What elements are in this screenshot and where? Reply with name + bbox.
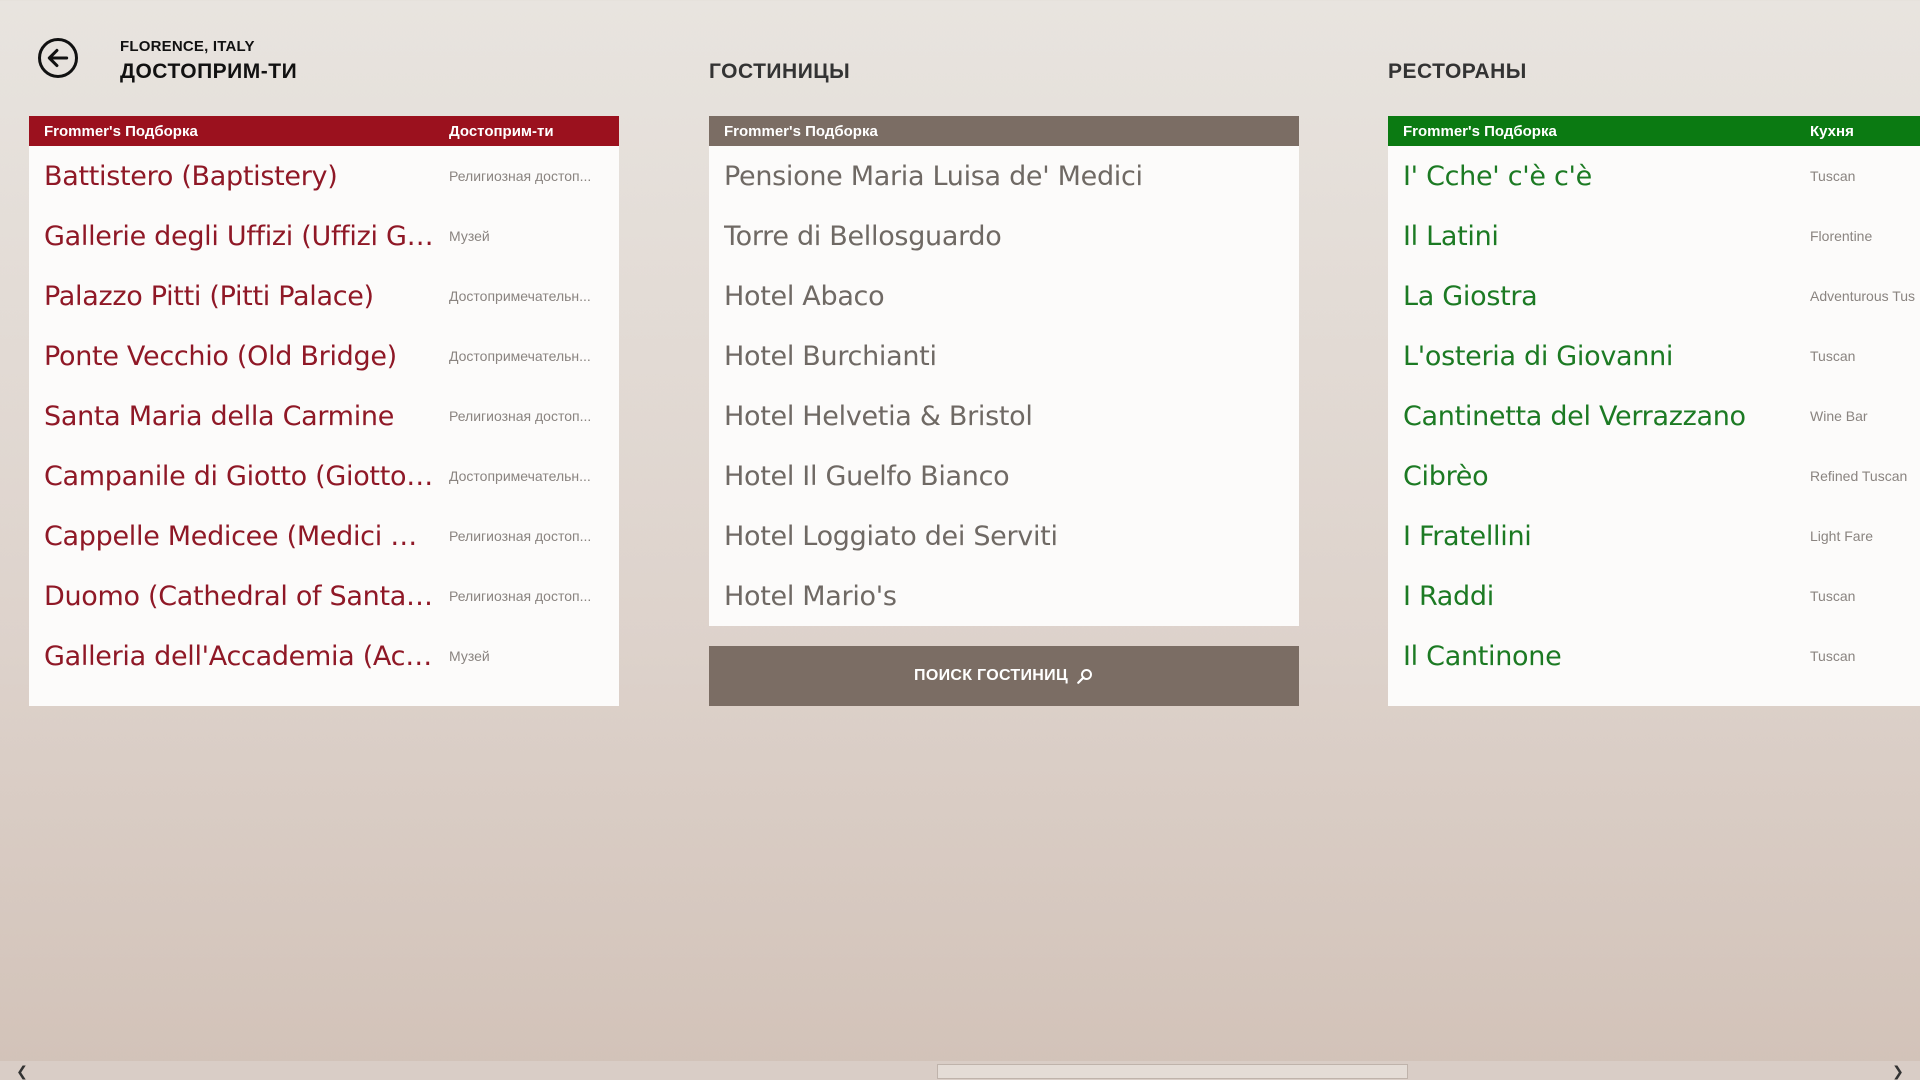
sight-category: Религиозная достоп... <box>449 528 592 544</box>
restaurant-row[interactable]: I Fratellini Light Fare <box>1388 506 1920 566</box>
hotel-name: Hotel Burchianti <box>724 340 937 372</box>
sight-name: Galleria dell'Accademia (Acade... <box>44 640 434 672</box>
restaurant-name: Cibrèo <box>1403 460 1489 492</box>
restaurant-name: L'osteria di Giovanni <box>1403 340 1674 372</box>
restaurant-cuisine: Adventurous Tus <box>1810 288 1916 304</box>
hotel-name: Hotel Abaco <box>724 280 885 312</box>
sight-category: Музей <box>449 228 490 244</box>
sight-row[interactable]: Cappelle Medicee (Medici Cha... Религиозн… <box>29 506 619 566</box>
sight-name: Cappelle Medicee (Medici Cha... <box>44 520 434 552</box>
sight-name: Santa Maria della Carmine <box>44 400 395 432</box>
restaurants-header-cuisine: Кухня <box>1810 122 1854 140</box>
hotel-row[interactable]: Hotel Abaco <box>709 266 1299 326</box>
sight-name: Ponte Vecchio (Old Bridge) <box>44 340 397 372</box>
restaurant-name: Cantinetta del Verrazzano <box>1403 400 1746 432</box>
restaurant-cuisine: Florentine <box>1810 228 1873 244</box>
hotel-row[interactable]: Hotel Il Guelfo Bianco <box>709 446 1299 506</box>
sight-name: Duomo (Cathedral of Santa M... <box>44 580 434 612</box>
sight-name: Gallerie degli Uffizi (Uffizi Gall... <box>44 220 434 252</box>
chevron-left-icon[interactable]: ❮ <box>14 1063 30 1079</box>
restaurant-row[interactable]: L'osteria di Giovanni Tuscan <box>1388 326 1920 386</box>
restaurant-row[interactable]: I' Cche' c'è c'è Tuscan <box>1388 146 1920 206</box>
restaurant-row[interactable]: Cibrèo Refined Tuscan <box>1388 446 1920 506</box>
sights-header-label: Frommer's Подборка <box>44 122 198 140</box>
hotel-name: Hotel Loggiato dei Serviti <box>724 520 1058 552</box>
hotel-row[interactable]: Hotel Mario's <box>709 566 1299 626</box>
scrollbar-thumb[interactable] <box>937 1064 1408 1079</box>
restaurant-cuisine: Tuscan <box>1810 348 1856 364</box>
hotel-name: Pensione Maria Luisa de' Medici <box>724 160 1143 192</box>
restaurant-cuisine: Refined Tuscan <box>1810 468 1908 484</box>
restaurant-row[interactable]: Cantinetta del Verrazzano Wine Bar <box>1388 386 1920 446</box>
hotel-row[interactable]: Hotel Burchianti <box>709 326 1299 386</box>
sight-category: Достопримечательн... <box>449 468 591 484</box>
restaurants-list-header: Frommer's Подборка Кухня <box>1388 116 1920 146</box>
restaurant-name: Il Cantinone <box>1403 640 1562 672</box>
sights-list: Frommer's Подборка Достоприм-ти Battiste… <box>29 116 619 706</box>
back-button[interactable] <box>38 38 78 78</box>
restaurants-section-title[interactable]: РЕСТОРАНЫ <box>1388 60 1527 84</box>
search-icon <box>1077 669 1092 684</box>
chevron-right-icon[interactable]: ❯ <box>1890 1063 1906 1079</box>
sight-row[interactable]: Palazzo Pitti (Pitti Palace) Достопримеча… <box>29 266 619 326</box>
restaurant-cuisine: Tuscan <box>1810 168 1856 184</box>
sight-category: Религиозная достоп... <box>449 588 592 604</box>
hotel-row[interactable]: Torre di Bellosguardo <box>709 206 1299 266</box>
restaurant-name: Il Latini <box>1403 220 1499 252</box>
restaurant-cuisine: Light Fare <box>1810 528 1874 544</box>
hotel-name: Hotel Mario's <box>724 580 897 612</box>
restaurant-row[interactable]: La Giostra Adventurous Tus <box>1388 266 1920 326</box>
restaurants-header-label: Frommer's Подборка <box>1403 122 1557 140</box>
hotels-section-title[interactable]: ГОСТИНИЦЫ <box>709 60 850 84</box>
hotels-header-label: Frommer's Подборка <box>724 122 878 140</box>
sight-row[interactable]: Santa Maria della Carmine Религиозная дос… <box>29 386 619 446</box>
sight-category: Достопримечательн... <box>449 288 591 304</box>
sight-row[interactable]: Campanile di Giotto (Giotto's... Достопри… <box>29 446 619 506</box>
back-arrow-icon <box>47 48 69 68</box>
restaurant-cuisine: Tuscan <box>1810 648 1856 664</box>
horizontal-scrollbar[interactable]: ❮ ❯ <box>0 1061 1920 1080</box>
restaurant-cuisine: Tuscan <box>1810 588 1856 604</box>
sight-name: Campanile di Giotto (Giotto's... <box>44 460 434 492</box>
search-hotels-button[interactable]: ПОИСК ГОСТИНИЦ <box>709 646 1299 706</box>
restaurant-row[interactable]: Il Cantinone Tuscan <box>1388 626 1920 686</box>
sight-name: Battistero (Baptistery) <box>44 160 338 192</box>
sight-category: Религиозная достоп... <box>449 408 592 424</box>
restaurant-name: La Giostra <box>1403 280 1538 312</box>
restaurant-name: I' Cche' c'è c'è <box>1403 160 1592 192</box>
restaurant-row[interactable]: Il Latini Florentine <box>1388 206 1920 266</box>
page-title: ДОСТОПРИМ-ТИ <box>120 60 298 83</box>
search-hotels-label: ПОИСК ГОСТИНИЦ <box>914 667 1068 684</box>
sight-category: Музей <box>449 648 490 664</box>
breadcrumb: FLORENCE, ITALY <box>120 38 255 55</box>
sight-row[interactable]: Duomo (Cathedral of Santa M... Религиозна… <box>29 566 619 626</box>
sight-category: Религиозная достоп... <box>449 168 592 184</box>
hotels-list: Frommer's Подборка Pensione Maria Luisa … <box>709 116 1299 626</box>
sight-category: Достопримечательн... <box>449 348 591 364</box>
sight-row[interactable]: Battistero (Baptistery) Религиозная досто… <box>29 146 619 206</box>
hotels-list-header: Frommer's Подборка <box>709 116 1299 146</box>
hotel-row[interactable]: Hotel Loggiato dei Serviti <box>709 506 1299 566</box>
sight-row[interactable]: Galleria dell'Accademia (Acade... Музей <box>29 626 619 686</box>
sight-name: Palazzo Pitti (Pitti Palace) <box>44 280 374 312</box>
restaurant-name: I Raddi <box>1403 580 1494 612</box>
sight-row[interactable]: Ponte Vecchio (Old Bridge) Достопримечате… <box>29 326 619 386</box>
hotel-row[interactable]: Pensione Maria Luisa de' Medici <box>709 146 1299 206</box>
restaurants-list: Frommer's Подборка Кухня I' Cche' c'è c'… <box>1388 116 1920 706</box>
restaurant-cuisine: Wine Bar <box>1810 408 1868 424</box>
sights-list-header: Frommer's Подборка Достоприм-ти <box>29 116 619 146</box>
sights-header-category: Достоприм-ти <box>449 122 554 140</box>
hotel-row[interactable]: Hotel Helvetia & Bristol <box>709 386 1299 446</box>
sight-row[interactable]: Gallerie degli Uffizi (Uffizi Gall... Муз… <box>29 206 619 266</box>
restaurant-name: I Fratellini <box>1403 520 1532 552</box>
hotel-name: Torre di Bellosguardo <box>724 220 1002 252</box>
hotel-name: Hotel Il Guelfo Bianco <box>724 460 1010 492</box>
restaurant-row[interactable]: I Raddi Tuscan <box>1388 566 1920 626</box>
hotel-name: Hotel Helvetia & Bristol <box>724 400 1033 432</box>
